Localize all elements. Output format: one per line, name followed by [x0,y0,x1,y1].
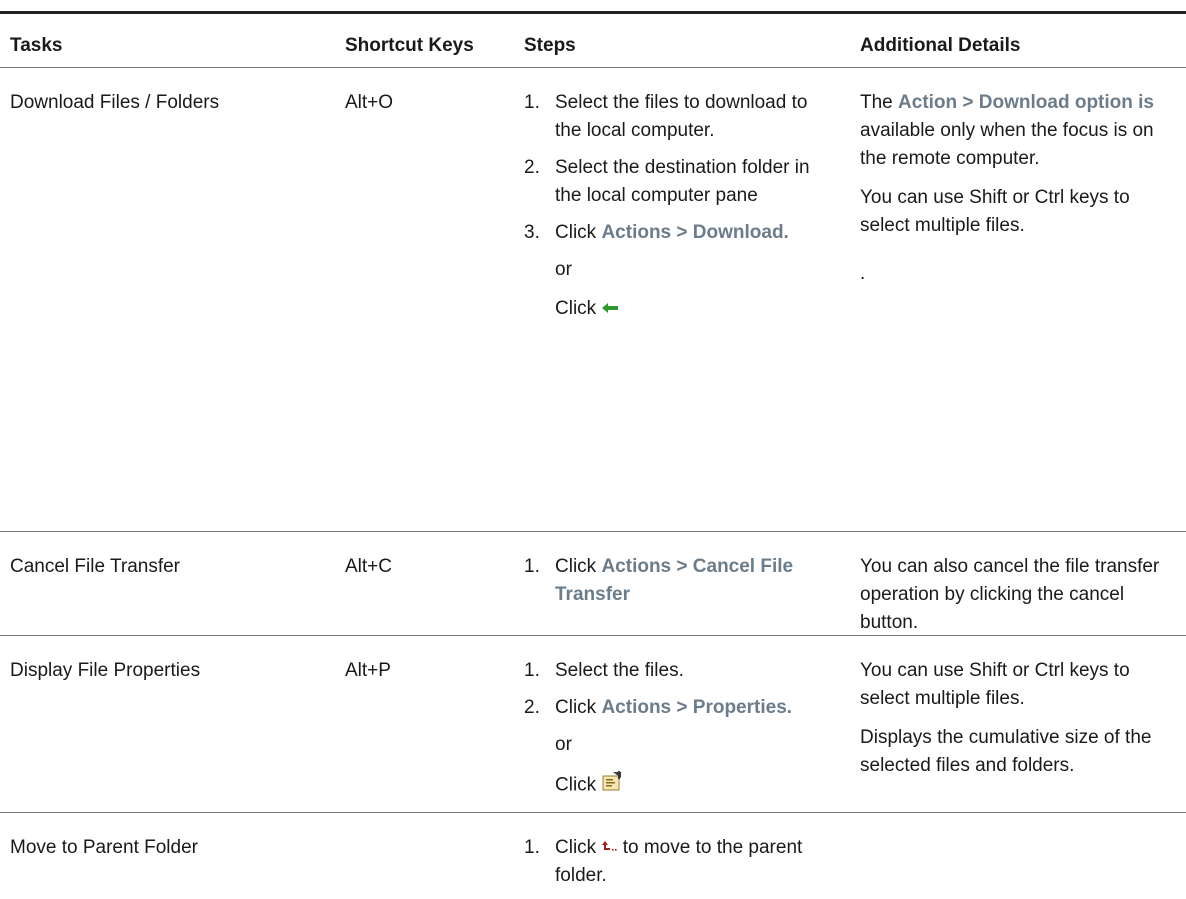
green-left-arrow-icon[interactable] [601,295,619,323]
task-cancel: Cancel File Transfer [10,556,181,577]
step-item: 1. Click to move to the parent folder. [524,834,824,890]
table-row: Move to Parent Folder 1. Click to move to… [0,813,1186,895]
task-download: Download Files / Folders [10,92,220,113]
table-row: Download Files / Folders Alt+O 1. Select … [0,68,1186,532]
task-properties: Display File Properties [10,660,201,681]
step-item: 1. Select the files to download to the lo… [524,92,808,141]
header-steps: Steps [524,35,576,56]
task-parent-folder: Move to Parent Folder [10,837,198,858]
details-cancel: You can also cancel the file transfer op… [860,556,1160,633]
up-to-parent-icon[interactable] [601,834,618,862]
shortcut-alt-p: Alt+P [345,660,391,681]
details-download: The Action > Download option is availabl… [860,92,1154,284]
details-properties: You can use Shift or Ctrl keys to select… [860,660,1152,776]
shortcut-alt-c: Alt+C [345,556,392,577]
step-item: 2. Click Actions > Properties. [524,697,793,718]
or-text: or [555,734,572,755]
properties-icon[interactable] [601,770,623,801]
header-additional-details: Additional Details [860,35,1021,56]
table-row: Display File Properties Alt+P 1. Select t… [0,636,1186,813]
steps-properties: 1. Select the files. 2. Click Actions > Pr… [524,657,824,812]
or-text: or [555,259,572,280]
menu-path-properties: Actions > Properties. [601,697,793,718]
table-row: Cancel File Transfer Alt+C 1. Click Actio… [0,532,1186,636]
step-item: 2. Select the destination folder in the l… [524,157,810,206]
steps-download: 1. Select the files to download to the lo… [524,89,824,334]
steps-parent: 1. Click to move to the parent folder. [524,834,824,899]
table-header-row: Tasks Shortcut Keys Steps Additional Det… [0,14,1186,68]
click-properties-icon-text: Click [524,770,824,801]
header-shortcut-keys: Shortcut Keys [345,35,474,56]
menu-path-download: Actions > Download. [601,222,789,243]
header-tasks: Tasks [10,35,63,56]
step-item: 1. Click Actions > Cancel File Transfer [524,556,794,605]
steps-cancel: 1. Click Actions > Cancel File Transfer [524,553,824,618]
click-download-icon-text: Click [524,295,824,323]
step-item: 3. Click Actions > Download. [524,222,789,243]
step-item: 1. Select the files. [524,660,684,681]
shortcut-alt-o: Alt+O [345,92,394,113]
shortcuts-table: Tasks Shortcut Keys Steps Additional Det… [0,11,1186,895]
